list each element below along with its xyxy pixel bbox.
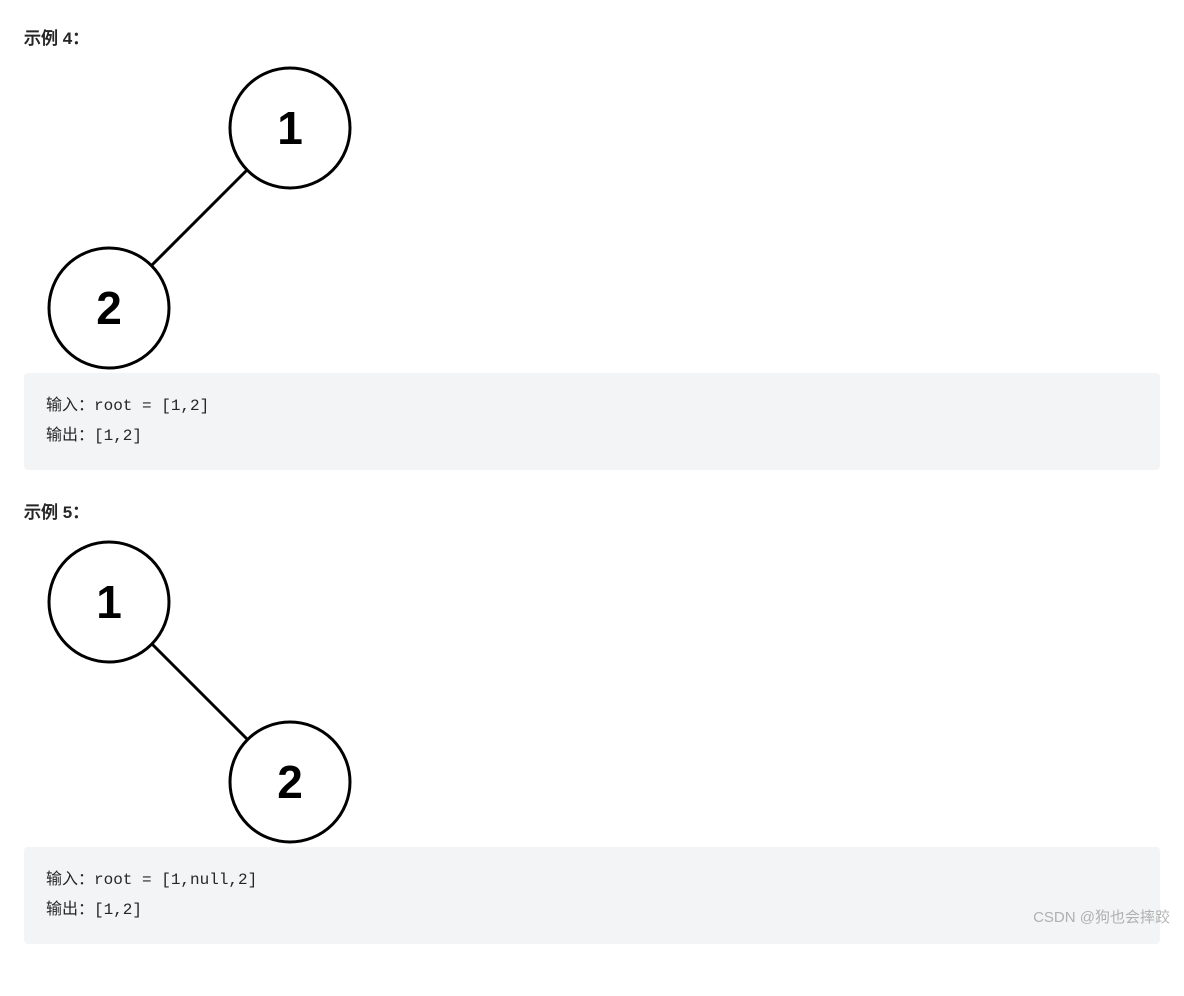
example-4-input-line: 输入：root = [1,2] bbox=[46, 397, 209, 415]
example-4-title: 示例 4： bbox=[24, 24, 1160, 49]
example-4-tree-diagram: 1 2 bbox=[24, 63, 364, 373]
tree-node-root-label: 1 bbox=[96, 576, 122, 628]
example-4-output-line: 输出：[1,2] bbox=[46, 427, 142, 445]
example-5-block: 示例 5： 1 2 输入：root = [1,null,2] 输出：[1,2] bbox=[24, 498, 1160, 944]
example-5-code-block: 输入：root = [1,null,2] 输出：[1,2] bbox=[24, 847, 1160, 944]
tree-node-root-label: 1 bbox=[277, 102, 303, 154]
example-5-output-line: 输出：[1,2] bbox=[46, 901, 142, 919]
tree-edge bbox=[152, 170, 247, 265]
tree-edge bbox=[152, 644, 247, 739]
tree-node-leftchild-label: 2 bbox=[96, 282, 122, 334]
example-5-tree-diagram: 1 2 bbox=[24, 537, 364, 847]
example-5-input-line: 输入：root = [1,null,2] bbox=[46, 871, 257, 889]
example-4-code-block: 输入：root = [1,2] 输出：[1,2] bbox=[24, 373, 1160, 470]
example-5-title: 示例 5： bbox=[24, 498, 1160, 523]
watermark-text: CSDN @狗也会摔跤 bbox=[1033, 906, 1170, 927]
example-4-block: 示例 4： 1 2 输入：root = [1,2] 输出：[1,2] bbox=[24, 24, 1160, 470]
tree-node-rightchild-label: 2 bbox=[277, 756, 303, 808]
